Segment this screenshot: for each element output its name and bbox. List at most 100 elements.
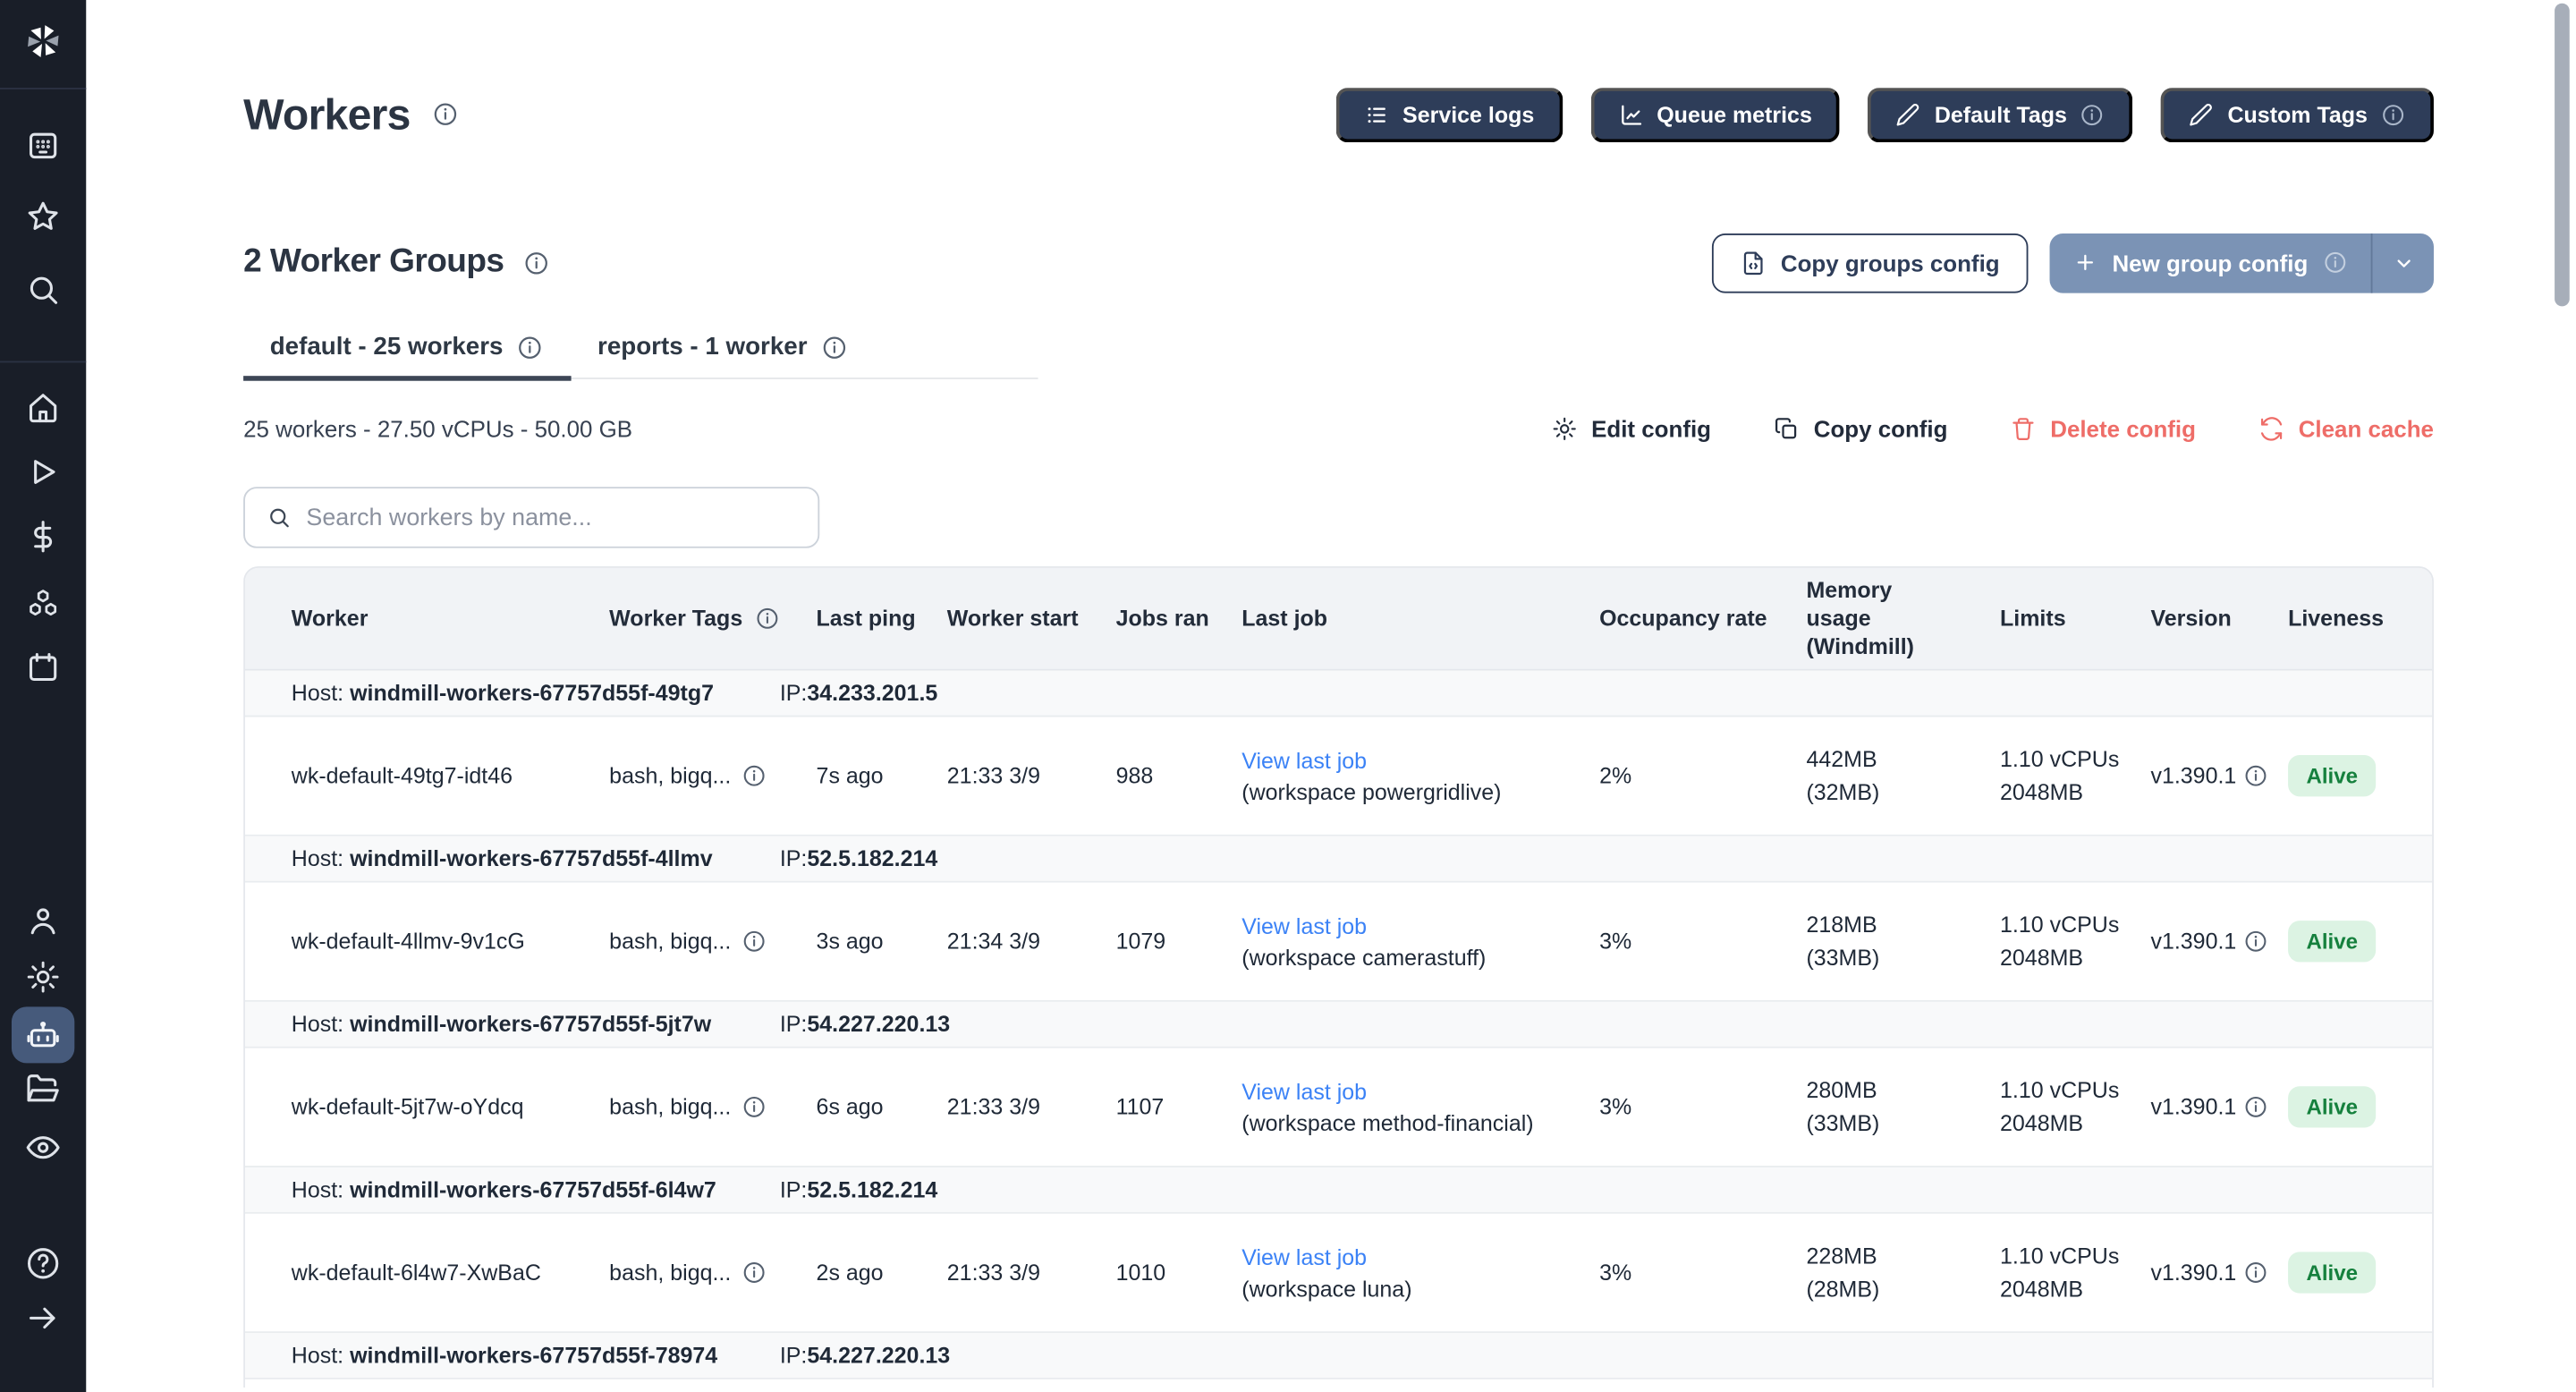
host-label: Host: [292, 1343, 343, 1368]
main-content: Workers Service logs Queue metrics [86, 0, 2576, 1392]
pencil-icon [2190, 102, 2215, 127]
sidebar-item-workers[interactable] [12, 1006, 74, 1063]
search-row [243, 487, 2434, 547]
search-icon[interactable] [25, 272, 62, 309]
worker-name: wk-default-4llmv-9v1cG [245, 929, 609, 954]
worker-limits: 1.10 vCPUs 2048MB [2000, 1074, 2150, 1140]
worker-version: v1.390.1 [2150, 1095, 2288, 1120]
arrow-right-icon[interactable] [25, 1300, 62, 1337]
host-name: windmill-workers-67757d55f-4llmv [350, 846, 713, 871]
info-icon[interactable] [741, 1095, 766, 1120]
col-worker-start: Worker start [947, 605, 1116, 632]
info-icon[interactable] [741, 929, 766, 954]
worker-start: 21:33 3/9 [947, 763, 1116, 788]
eye-icon[interactable] [25, 1129, 62, 1166]
worker-row: wk-default-5jt7w-oYdcq bash, bigq... 6s … [245, 1048, 2432, 1167]
new-group-config-main[interactable]: New group config [2049, 233, 2370, 293]
host-name: windmill-workers-67757d55f-78974 [350, 1343, 717, 1368]
ip-label: IP: [780, 681, 808, 706]
dollar-icon[interactable] [25, 518, 62, 555]
host-ip: 54.227.220.13 [807, 1343, 950, 1368]
worker-start: 21:33 3/9 [947, 1095, 1116, 1120]
partial-row [245, 1379, 2432, 1388]
worker-last-ping: 2s ago [817, 1260, 947, 1286]
search-icon [267, 505, 292, 530]
folder-open-icon[interactable] [25, 1072, 62, 1108]
boxes-icon[interactable] [25, 584, 62, 621]
worker-row: wk-default-49tg7-idt46 bash, bigq... 7s … [245, 717, 2432, 836]
col-limits: Limits [2000, 605, 2150, 632]
clean-cache-button[interactable]: Clean cache [2258, 416, 2434, 443]
worker-last-job: View last job (workspace luna) [1241, 1241, 1599, 1303]
service-logs-button[interactable]: Service logs [1336, 87, 1563, 141]
info-icon[interactable] [2243, 1260, 2268, 1286]
play-icon[interactable] [25, 454, 62, 490]
app-window-icon[interactable] [25, 128, 62, 165]
worker-start: 21:33 3/9 [947, 1260, 1116, 1286]
alive-badge: Alive [2288, 755, 2376, 796]
page-title: Workers [243, 89, 458, 140]
info-icon[interactable] [432, 101, 459, 128]
last-job-workspace: (workspace powergridlive) [1241, 779, 1501, 804]
view-last-job-link[interactable]: View last job [1241, 1079, 1367, 1104]
settings-gear-icon[interactable] [25, 959, 62, 996]
info-icon[interactable] [2243, 763, 2268, 788]
windmill-logo-icon[interactable] [23, 21, 63, 61]
worker-jobs-ran: 1079 [1116, 929, 1242, 954]
vertical-scrollbar[interactable] [2555, 4, 2570, 307]
worker-jobs-ran: 988 [1116, 763, 1242, 788]
service-logs-label: Service logs [1402, 102, 1534, 127]
config-actions: Edit config Copy config Delete conf [1552, 416, 2434, 443]
host-name: windmill-workers-67757d55f-49tg7 [350, 681, 714, 706]
worker-last-job: View last job (workspace powergridlive) [1241, 744, 1599, 807]
info-icon[interactable] [741, 1260, 766, 1286]
worker-memory: 280MB (33MB) [1806, 1074, 2000, 1140]
tab-reports[interactable]: reports - 1 worker [571, 333, 875, 378]
ip-label: IP: [780, 846, 808, 871]
worker-tags: bash, bigq... [609, 1095, 816, 1120]
col-version: Version [2150, 605, 2288, 632]
calendar-icon[interactable] [25, 649, 62, 686]
page-title-text: Workers [243, 89, 411, 140]
workers-table: Worker Worker Tags Last ping Worker star… [243, 566, 2434, 1388]
star-icon[interactable] [25, 199, 62, 235]
table-header: Worker Worker Tags Last ping Worker star… [245, 568, 2432, 671]
worker-liveness: Alive [2288, 921, 2432, 962]
search-workers-input[interactable] [306, 505, 796, 531]
info-icon[interactable] [754, 606, 779, 631]
host-ip: 54.227.220.13 [807, 1012, 950, 1037]
home-icon[interactable] [25, 389, 62, 426]
worker-last-job: View last job (workspace method-financia… [1241, 1075, 1599, 1138]
copy-groups-config-button[interactable]: Copy groups config [1711, 233, 2028, 293]
new-group-config-dropdown[interactable] [2372, 233, 2433, 293]
alive-badge: Alive [2288, 921, 2376, 962]
worker-last-ping: 3s ago [817, 929, 947, 954]
info-icon[interactable] [2243, 1095, 2268, 1120]
col-worker-tags: Worker Tags [609, 605, 816, 632]
edit-config-button[interactable]: Edit config [1552, 416, 1711, 443]
info-icon[interactable] [741, 763, 766, 788]
delete-config-button[interactable]: Delete config [2011, 416, 2196, 443]
view-last-job-link[interactable]: View last job [1241, 1244, 1367, 1269]
tab-default[interactable]: default - 25 workers [243, 333, 571, 378]
worker-start: 21:34 3/9 [947, 929, 1116, 954]
custom-tags-button[interactable]: Custom Tags [2161, 87, 2434, 141]
view-last-job-link[interactable]: View last job [1241, 913, 1367, 938]
info-icon[interactable] [524, 250, 551, 276]
view-last-job-link[interactable]: View last job [1241, 748, 1367, 773]
default-tags-button[interactable]: Default Tags [1868, 87, 2133, 141]
queue-metrics-button[interactable]: Queue metrics [1590, 87, 1840, 141]
pencil-icon [1896, 102, 1921, 127]
copy-icon [1774, 416, 1801, 443]
worker-occupancy: 2% [1599, 763, 1806, 788]
info-icon [820, 334, 847, 361]
help-circle-icon[interactable] [25, 1245, 62, 1282]
worker-last-job: View last job (workspace camerastuff) [1241, 910, 1599, 972]
worker-jobs-ran: 1107 [1116, 1095, 1242, 1120]
info-icon[interactable] [2243, 929, 2268, 954]
user-icon[interactable] [25, 903, 62, 939]
last-job-workspace: (workspace camerastuff) [1241, 945, 1486, 970]
worker-name: wk-default-49tg7-idt46 [245, 763, 609, 788]
worker-memory: 442MB (32MB) [1806, 743, 2000, 809]
copy-config-button[interactable]: Copy config [1774, 416, 1947, 443]
